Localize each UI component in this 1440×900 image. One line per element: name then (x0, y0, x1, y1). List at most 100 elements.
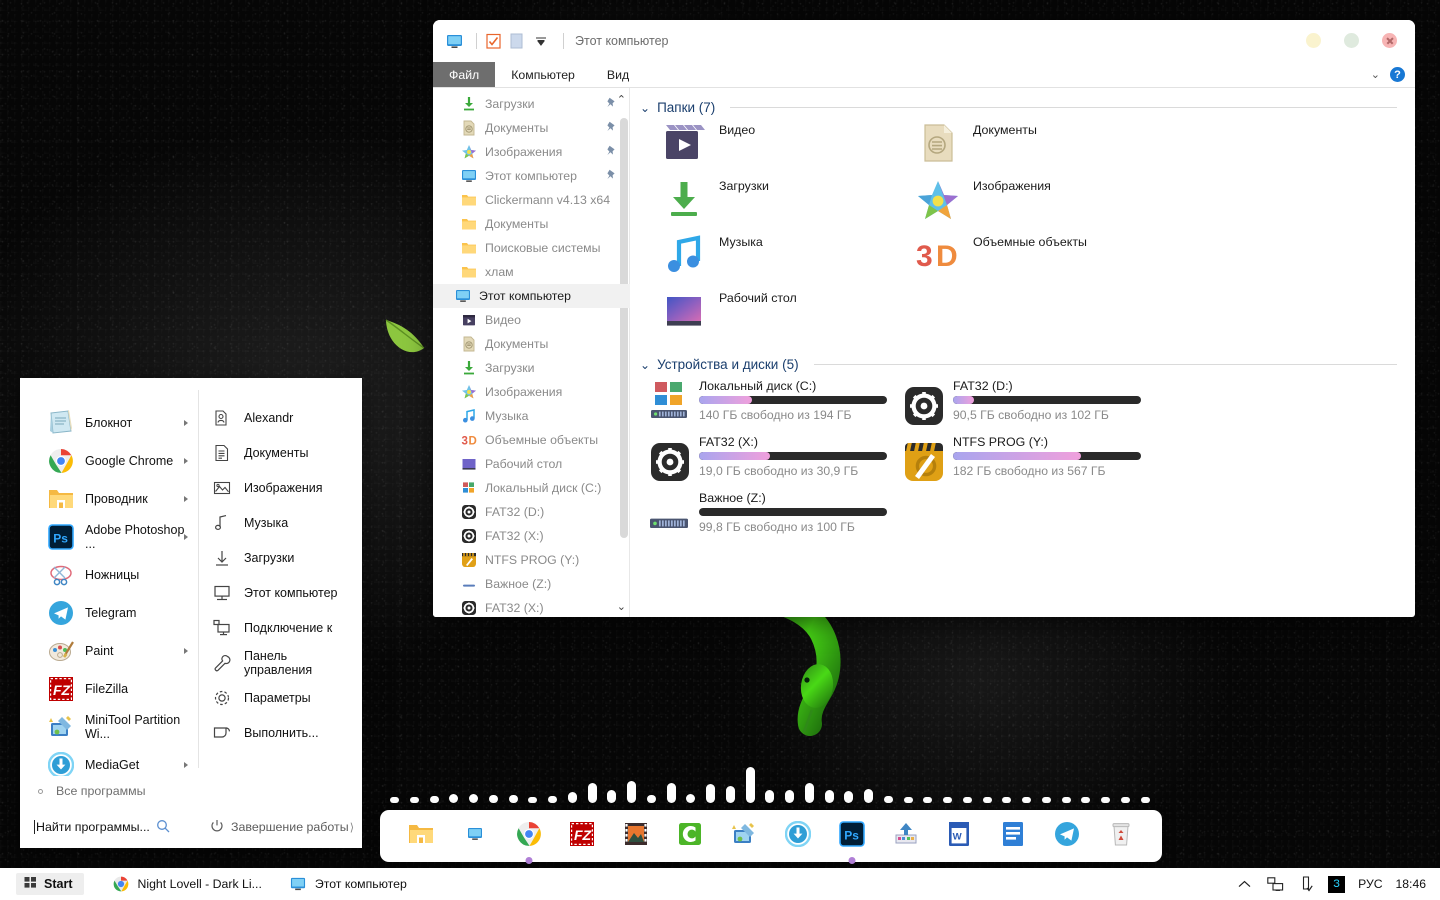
nav-item-15[interactable]: Рабочий стол (433, 452, 630, 476)
properties-icon[interactable] (508, 32, 526, 50)
nav-item-18[interactable]: FAT32 (X:) (433, 524, 630, 548)
submenu-arrow-icon[interactable] (184, 458, 188, 464)
pin-icon[interactable] (606, 97, 617, 113)
nav-item-14[interactable]: 3DОбъемные объекты (433, 428, 630, 452)
start-menu-item-0[interactable]: Блокнот (20, 404, 198, 442)
start-menu-item-8[interactable]: MiniTool Partition Wi... (20, 708, 198, 746)
dock-item-notes[interactable] (994, 817, 1032, 855)
folder-item[interactable]: Изображения (916, 177, 1170, 233)
desktop[interactable]: Этот компьютер Файл Компьютер Вид ⌄ ? ⌃ … (0, 0, 1440, 900)
start-menu[interactable]: БлокнотGoogle ChromeПроводникPsAdobe Pho… (20, 378, 362, 848)
submenu-arrow-icon[interactable] (184, 762, 188, 768)
monitor-icon[interactable] (445, 32, 463, 50)
dock-item-video-editor[interactable] (617, 817, 655, 855)
nav-item-17[interactable]: FAT32 (D:) (433, 500, 630, 524)
dock-item-filezilla[interactable]: FZ (563, 817, 601, 855)
shutdown-button[interactable]: Завершение работы (210, 819, 349, 836)
chevron-down-icon[interactable]: ⌄ (640, 101, 650, 115)
folder-item[interactable]: Видео (662, 121, 916, 177)
chevron-down-icon[interactable]: ⌄ (640, 358, 650, 372)
nav-item-12[interactable]: Изображения (433, 380, 630, 404)
start-menu-place-9[interactable]: Выполнить... (198, 715, 362, 750)
folder-item[interactable]: Рабочий стол (662, 289, 916, 345)
file-explorer-window[interactable]: Этот компьютер Файл Компьютер Вид ⌄ ? ⌃ … (433, 20, 1415, 617)
pin-icon[interactable] (606, 169, 617, 185)
nav-item-19[interactable]: NTFS PROG (Y:) (433, 548, 630, 572)
network-icon[interactable] (1266, 875, 1284, 893)
usb-safe-remove-icon[interactable] (1297, 875, 1315, 893)
start-menu-place-4[interactable]: Загрузки (198, 540, 362, 575)
drive-item[interactable]: NTFS PROG (Y:) 182 ГБ свободно из 567 ГБ (904, 434, 1158, 490)
show-hidden-icon[interactable] (1235, 875, 1253, 893)
nav-item-1[interactable]: Документы (433, 116, 630, 140)
taskbar-item-chrome[interactable]: Night Lovell - Dark Li... (112, 876, 261, 893)
dock-item-photoshop[interactable]: Ps (833, 817, 871, 855)
window-controls[interactable] (1306, 33, 1397, 48)
start-menu-item-9[interactable]: MediaGet (20, 746, 198, 776)
dock-item-this-pc[interactable] (456, 817, 494, 855)
ribbon-tab-computer[interactable]: Компьютер (495, 62, 591, 87)
start-menu-place-6[interactable]: Подключение к (198, 610, 362, 645)
submenu-arrow-icon[interactable] (184, 496, 188, 502)
nav-item-5[interactable]: Документы (433, 212, 630, 236)
ribbon-tab-file[interactable]: Файл (433, 62, 495, 87)
nav-item-0[interactable]: Загрузки (433, 92, 630, 116)
checklist-icon[interactable] (484, 32, 502, 50)
start-button[interactable]: Start (16, 873, 84, 895)
nav-item-11[interactable]: Загрузки (433, 356, 630, 380)
start-menu-item-2[interactable]: Проводник (20, 480, 198, 518)
submenu-arrow-icon[interactable] (184, 648, 188, 654)
start-menu-place-1[interactable]: Документы (198, 435, 362, 470)
submenu-arrow-icon[interactable] (184, 420, 188, 426)
drive-item[interactable]: Важное (Z:) 99,8 ГБ свободно из 100 ГБ (650, 490, 904, 546)
dock-item-clickermann[interactable] (671, 817, 709, 855)
nav-item-21[interactable]: FAT32 (X:) (433, 596, 630, 617)
ime-indicator[interactable]: З (1328, 876, 1345, 893)
maximize-button[interactable] (1344, 33, 1359, 48)
folder-item[interactable]: 3DОбъемные объекты (916, 233, 1170, 289)
drive-item[interactable]: FAT32 (X:) 19,0 ГБ свободно из 30,9 ГБ (650, 434, 904, 490)
start-menu-place-8[interactable]: Параметры (198, 680, 362, 715)
nav-item-7[interactable]: хлам (433, 260, 630, 284)
shutdown-options-icon[interactable]: ⟩ (350, 821, 354, 834)
application-dock[interactable]: FZ Ps W (380, 810, 1162, 862)
pin-icon[interactable] (606, 121, 617, 137)
nav-item-4[interactable]: Clickermann v4.13 x64 (433, 188, 630, 212)
dock-item-telegram[interactable] (1048, 817, 1086, 855)
taskbar-item-this-pc[interactable]: Этот компьютер (290, 876, 407, 893)
search-icon[interactable] (156, 819, 170, 836)
ribbon-tab-view[interactable]: Вид (591, 62, 645, 87)
start-menu-item-6[interactable]: Paint (20, 632, 198, 670)
start-menu-place-0[interactable]: Alexandr (198, 400, 362, 435)
dock-item-file-explorer[interactable] (402, 817, 440, 855)
language-indicator[interactable]: РУС (1358, 877, 1382, 891)
start-menu-item-5[interactable]: Telegram (20, 594, 198, 632)
nav-item-13[interactable]: Музыка (433, 404, 630, 428)
dock-item-mediaget[interactable] (779, 817, 817, 855)
dock-item-minitool[interactable] (725, 817, 763, 855)
nav-item-3[interactable]: Этот компьютер (433, 164, 630, 188)
window-titlebar[interactable]: Этот компьютер (433, 20, 1415, 62)
nav-item-2[interactable]: Изображения (433, 140, 630, 164)
nav-item-20[interactable]: Важное (Z:) (433, 572, 630, 596)
close-button[interactable] (1382, 33, 1397, 48)
start-menu-place-2[interactable]: Изображения (198, 470, 362, 505)
ribbon-tabbar[interactable]: Файл Компьютер Вид ⌄ ? (433, 62, 1415, 88)
clock[interactable]: 18:46 (1396, 877, 1427, 891)
folder-item[interactable]: Музыка (662, 233, 916, 289)
drive-item[interactable]: Локальный диск (C:) 140 ГБ свободно из 1… (650, 378, 904, 434)
minimize-button[interactable] (1306, 33, 1321, 48)
dock-item-recycle-bin[interactable] (1102, 817, 1140, 855)
folder-item[interactable]: Документы (916, 121, 1170, 177)
start-menu-item-7[interactable]: FZFileZilla (20, 670, 198, 708)
dock-item-google-chrome[interactable] (510, 817, 548, 855)
nav-item-16[interactable]: Локальный диск (C:) (433, 476, 630, 500)
nav-item-10[interactable]: Документы (433, 332, 630, 356)
search-input[interactable]: Найти программы... (34, 819, 184, 836)
pin-icon[interactable] (606, 145, 617, 161)
help-icon[interactable]: ? (1390, 67, 1405, 82)
drive-item[interactable]: FAT32 (D:) 90,5 ГБ свободно из 102 ГБ (904, 378, 1158, 434)
start-menu-place-5[interactable]: Этот компьютер (198, 575, 362, 610)
taskbar[interactable]: Start Night Lovell - Dark Li... (0, 868, 1440, 900)
dock-item-word[interactable]: W (940, 817, 978, 855)
